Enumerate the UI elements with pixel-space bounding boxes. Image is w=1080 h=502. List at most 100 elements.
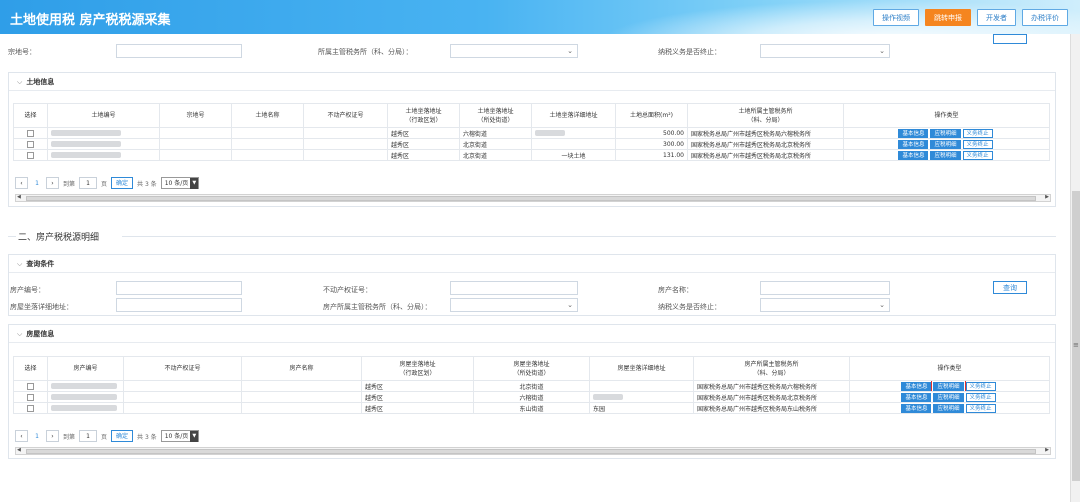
terminate-button[interactable]: 义务终止 [962,139,993,149]
col-select: 选择 [13,356,48,381]
cell-street: 东山街道 [473,402,590,414]
tax-detail-button[interactable]: 应税明细 [930,150,961,160]
jump-declare-button[interactable]: 跳转申报 [925,9,971,26]
vertical-scroll-thumb[interactable] [1072,191,1080,481]
goto-page-input[interactable]: 1 [79,430,98,442]
basic-info-button[interactable]: 基本信息 [898,139,929,149]
terminate-button[interactable]: 义务终止 [965,403,996,413]
page-size-select[interactable]: 10 条/页 ▼ [160,177,200,189]
land-terminated-select[interactable]: ⌄ [760,44,890,58]
redacted-land-no [51,152,121,158]
house-office-select[interactable]: ⌄ [450,298,578,312]
basic-info-button[interactable]: 基本信息 [901,392,932,402]
row-checkbox[interactable] [27,140,34,148]
table-row[interactable]: 越秀区 北京街道 一块土地 131.00 国家税务总局广州市越秀区税务局北京税务… [13,149,1050,161]
scroll-left-icon[interactable]: ◀ [17,194,21,200]
tax-detail-button[interactable]: 应税明细 [933,392,964,402]
house-info-title: 房屋信息 [26,330,55,338]
scroll-left-icon[interactable]: ◀ [17,447,21,453]
house-info-header[interactable]: ⌵ 房屋信息 [9,325,1055,343]
current-page[interactable]: 1 [32,180,42,187]
scroll-thumb[interactable] [26,196,1036,201]
land-query-button-partial[interactable] [993,34,1027,44]
tax-detail-button[interactable]: 应税明细 [930,128,961,138]
col-area: 土地总面积(m²) [615,103,688,128]
basic-info-button[interactable]: 基本信息 [901,381,932,391]
scroll-thumb[interactable] [26,449,1036,454]
table-row[interactable]: 越秀区 北京街道 300.00 国家税务总局广州市越秀区税务局北京税务所 基本信… [13,138,1050,150]
tax-detail-button[interactable]: 应税明细 [930,139,961,149]
chevron-down-icon: ⌄ [879,47,885,55]
basic-info-button[interactable]: 基本信息 [898,128,929,138]
land-info-panel: ⌵ 土地信息 选择 土地编号 宗地号 土地名称 不动产权证号 土地坐落地址 （行政… [8,72,1056,207]
terminate-button[interactable]: 义务终止 [965,381,996,391]
address-input[interactable] [116,298,242,312]
basic-info-button[interactable]: 基本信息 [901,403,932,413]
goto-page-input[interactable]: 1 [79,177,98,189]
terminate-button[interactable]: 义务终止 [965,392,996,402]
table-row[interactable]: 越秀区 六榕街道 国家税务总局广州市越秀区税务局北京税务所 基本信息 应税明细 义务… [13,391,1050,403]
cell-street: 北京街道 [459,149,532,161]
house-no-input[interactable] [116,281,242,295]
land-office-select[interactable]: ⌄ [450,44,578,58]
chevron-down-icon: ⌵ [17,78,23,86]
chevron-left-icon[interactable]: ‹ [15,177,28,189]
chevron-down-icon: ▼ [190,430,199,442]
redacted-house-no [51,383,117,389]
total-count: 共 3 条 [137,433,157,441]
cell-area: 131.00 [615,149,688,161]
video-button[interactable]: 操作视频 [873,9,919,26]
evaluate-button[interactable]: 办税评价 [1022,9,1068,26]
section2-title: 二、房产税税源明细 [18,233,100,243]
house-pagination: ‹ 1 › 到第 1 页 确定 共 3 条 10 条/页 ▼ [15,430,200,442]
goto-confirm-button[interactable]: 确定 [111,430,134,442]
developer-button[interactable]: 开发者 [977,9,1016,26]
page-size-value: 10 条/页 [164,432,189,440]
chevron-down-icon: ⌄ [567,301,573,309]
col-select: 选择 [13,103,48,128]
row-checkbox[interactable] [27,382,34,390]
table-row[interactable]: 越秀区 北京街道 国家税务总局广州市越秀区税务局六榕税务所 基本信息 应税明细 义务… [13,380,1050,392]
cell-office: 国家税务总局广州市越秀区税务局六榕税务所 [687,127,844,139]
terminate-button[interactable]: 义务终止 [962,150,993,160]
land-no-input[interactable] [116,44,242,58]
col-office: 房产所属主管税务所 （科、分局） [693,356,850,381]
table-row[interactable]: 越秀区 东山街道 东园 国家税务总局广州市越秀区税务局东山税务所 基本信息 应税明… [13,402,1050,414]
basic-info-button[interactable]: 基本信息 [898,150,929,160]
land-horizontal-scrollbar[interactable]: ◀ ▶ [15,194,1051,202]
cert-no-input[interactable] [450,281,578,295]
terminate-button[interactable]: 义务终止 [962,128,993,138]
cell-street: 北京街道 [459,138,532,150]
chevron-right-icon[interactable]: › [46,177,59,189]
chevron-right-icon[interactable]: › [46,430,59,442]
scroll-right-icon[interactable]: ▶ [1045,447,1049,453]
table-row[interactable]: 越秀区 六榕街道 500.00 国家税务总局广州市越秀区税务局六榕税务所 基本信… [13,127,1050,139]
page-size-select[interactable]: 10 条/页 ▼ [160,430,200,442]
land-table-header: 选择 土地编号 宗地号 土地名称 不动产权证号 土地坐落地址 （行政区划） 土地… [13,103,1050,128]
col-cert-no: 不动产权证号 [123,356,242,381]
vertical-scrollbar[interactable]: ≡ [1070,34,1080,502]
house-table: 选择 房产编号 不动产权证号 房产名称 房屋坐落地址 （行政区划） 房屋坐落地址… [13,356,1050,414]
row-checkbox[interactable] [27,151,34,159]
house-name-input[interactable] [760,281,890,295]
cell-district: 越秀区 [361,380,474,392]
house-no-label: 房产编号： [10,286,45,294]
cell-district: 越秀区 [387,138,460,150]
page-title: 土地使用税 房产税税源采集 [10,13,171,28]
cell-office: 国家税务总局广州市越秀区税务局北京税务所 [687,149,844,161]
row-checkbox[interactable] [27,393,34,401]
query-button[interactable]: 查询 [993,281,1027,294]
house-query-header[interactable]: ⌵ 查询条件 [9,255,1055,273]
house-horizontal-scrollbar[interactable]: ◀ ▶ [15,447,1051,455]
chevron-left-icon[interactable]: ‹ [15,430,28,442]
house-terminated-select[interactable]: ⌄ [760,298,890,312]
goto-confirm-button[interactable]: 确定 [111,177,134,189]
row-checkbox[interactable] [27,129,34,137]
land-info-header[interactable]: ⌵ 土地信息 [9,73,1055,91]
row-checkbox[interactable] [27,404,34,412]
tax-detail-button-highlighted[interactable]: 应税明细 [931,381,966,391]
scroll-right-icon[interactable]: ▶ [1045,194,1049,200]
current-page[interactable]: 1 [32,433,42,440]
tax-detail-button[interactable]: 应税明细 [933,403,964,413]
address-label: 房屋坐落详细地址： [10,303,73,311]
